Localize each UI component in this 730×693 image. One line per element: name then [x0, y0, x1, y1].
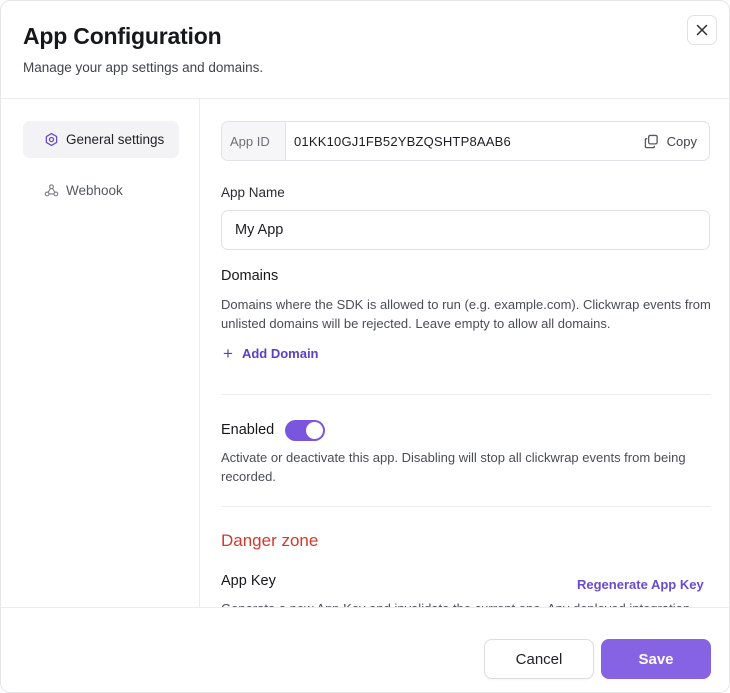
- enabled-toggle[interactable]: [285, 420, 325, 441]
- copy-app-id-button[interactable]: Copy: [644, 122, 709, 160]
- dialog-footer: Cancel Save: [1, 607, 729, 692]
- gear-icon: [43, 132, 59, 148]
- dialog-header: App Configuration Manage your app settin…: [1, 1, 729, 99]
- dialog-subtitle: Manage your app settings and domains.: [23, 60, 264, 75]
- domains-title: Domains: [221, 268, 279, 284]
- app-id-label: App ID: [222, 122, 286, 160]
- plus-icon: +: [223, 344, 233, 363]
- save-button[interactable]: Save: [601, 639, 711, 679]
- close-button[interactable]: [687, 15, 717, 45]
- sidebar-item-label: Webhook: [66, 183, 123, 198]
- regenerate-app-key-button[interactable]: Regenerate App Key: [577, 577, 704, 592]
- cancel-button[interactable]: Cancel: [484, 639, 594, 679]
- webhook-icon: [43, 183, 59, 199]
- add-domain-button[interactable]: + Add Domain: [223, 345, 319, 362]
- domains-help-text: Domains where the SDK is allowed to run …: [221, 297, 711, 331]
- sidebar-item-label: General settings: [66, 132, 165, 147]
- app-key-label: App Key: [221, 573, 276, 589]
- app-id-value: 01KK10GJ1FB52YBZQSHTP8AAB6: [294, 133, 511, 149]
- close-icon: [696, 24, 708, 36]
- divider: [221, 394, 711, 395]
- danger-zone-title: Danger zone: [221, 531, 319, 550]
- divider: [221, 506, 711, 507]
- app-name-input[interactable]: [221, 210, 710, 250]
- app-name-label: App Name: [221, 185, 285, 200]
- sidebar-item-webhook[interactable]: Webhook: [23, 172, 179, 209]
- toggle-knob: [306, 422, 323, 439]
- app-configuration-dialog: App Configuration Manage your app settin…: [0, 0, 730, 693]
- app-id-field: App ID 01KK10GJ1FB52YBZQSHTP8AAB6 Copy: [221, 121, 710, 161]
- settings-sidebar: General settings Webhook: [1, 99, 200, 607]
- sidebar-item-general-settings[interactable]: General settings: [23, 121, 179, 158]
- add-domain-label: Add Domain: [241, 346, 319, 361]
- general-settings-panel: App ID 01KK10GJ1FB52YBZQSHTP8AAB6 Copy A…: [201, 99, 729, 607]
- dialog-title: App Configuration: [23, 23, 222, 49]
- app-key-help-text: Generate a new App Key and invalidate th…: [221, 599, 711, 607]
- enabled-help-text: Activate or deactivate this app. Disabli…: [221, 450, 686, 484]
- copy-label: Copy: [666, 133, 697, 149]
- enabled-label: Enabled: [221, 422, 275, 438]
- copy-icon: [644, 134, 659, 149]
